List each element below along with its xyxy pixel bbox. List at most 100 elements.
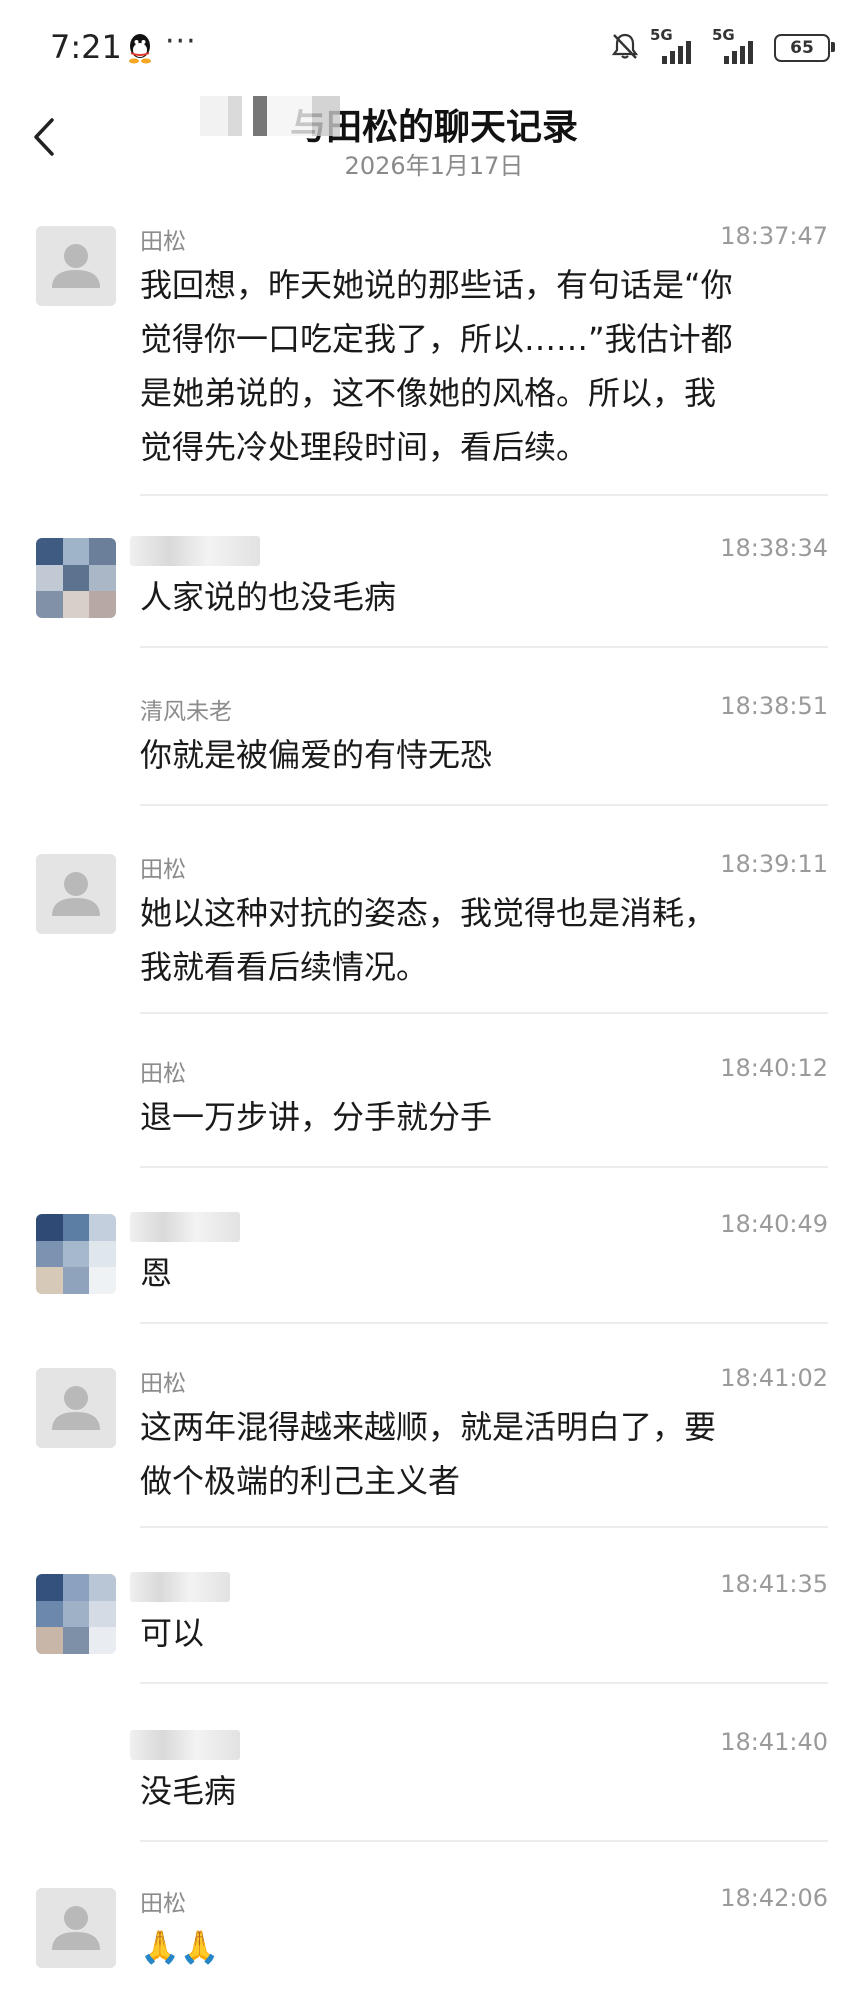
signal-icon: 5G [650,26,702,66]
mosaic-cell [62,1574,90,1601]
message-time: 18:39:11 [720,850,828,878]
mosaic-cell [89,1214,116,1241]
message-divider [140,804,828,806]
message-time: 18:41:35 [720,1570,828,1598]
message-item[interactable]: 田松 18:39:11 她以这种对抗的姿态，我觉得也是消耗， 我就看看后续情况。 [0,846,868,1026]
message-line: 是她弟说的，这不像她的风格。所以，我 [140,374,717,412]
mosaic-cell [36,538,63,565]
message-item[interactable]: 清风未老 18:38:51 你就是被偏爱的有恃无恐 [0,688,868,818]
status-bar: 7:21 ··· 5G 5G 65 [0,0,868,100]
message-line: 🙏🙏 [140,1928,220,1966]
chat-date: 2026年1月17日 [344,152,524,180]
mosaic-cell [89,538,116,565]
avatar[interactable] [36,1574,116,1654]
message-item[interactable]: 18:40:49 恩 [0,1206,868,1336]
message-divider [140,1166,828,1168]
message-text: 你就是被偏爱的有恃无恐 [140,728,830,782]
message-item[interactable]: 田松 18:41:02 这两年混得越来越顺，就是活明白了，要 做个极端的利己主义者 [0,1360,868,1540]
message-text: 我回想，昨天她说的那些话，有句话是“你 觉得你一口吃定我了，所以……”我估计都 是她… [140,258,830,474]
message-item[interactable]: 田松 18:37:47 我回想，昨天她说的那些话，有句话是“你 觉得你一口吃定我了，所… [0,218,868,508]
message-text: 没毛病 [140,1764,830,1818]
mosaic-cell [36,1627,63,1654]
message-divider [140,1840,828,1842]
message-text: 退一万步讲，分手就分手 [140,1090,830,1144]
message-time: 18:40:49 [720,1210,828,1238]
message-line: 退一万步讲，分手就分手 [140,1098,493,1136]
redacted-sender-name [130,1572,230,1602]
mosaic-cell [36,1240,63,1268]
redacted-sender-name [130,1730,240,1760]
message-line: 做个极端的利己主义者 [140,1462,461,1500]
battery-icon: 65 [774,34,835,62]
message-text: 她以这种对抗的姿态，我觉得也是消耗， 我就看看后续情况。 [140,886,830,994]
message-line: 觉得先冷处理段时间，看后续。 [140,428,589,466]
message-text: 🙏🙏 [140,1920,830,1974]
mosaic-cell [62,1214,90,1241]
mosaic-cell [36,1267,63,1294]
message-time: 18:41:02 [720,1364,828,1392]
message-line: 可以 [140,1614,205,1652]
sender-name: 田松 [140,1891,186,1917]
message-line: 恩 [140,1254,173,1292]
avatar[interactable] [36,1368,116,1448]
sender-name: 田松 [140,857,186,883]
sender-name: 清风未老 [140,699,232,725]
status-time: 7:21 [50,28,122,66]
mosaic-cell [62,538,90,565]
page-title: 与田松的聊天记录 [289,107,578,148]
message-divider [140,494,828,496]
avatar[interactable] [36,854,116,934]
battery-level: 65 [790,38,814,58]
default-avatar-icon [36,854,116,934]
sender-name: 田松 [140,1371,186,1397]
message-item[interactable]: 18:41:35 可以 [0,1566,868,1696]
message-time: 18:38:51 [720,692,828,720]
avatar[interactable] [36,1214,116,1294]
avatar[interactable] [36,1888,116,1968]
mosaic-cell [62,564,90,592]
redacted-sender-name [130,1212,240,1242]
mosaic-cell [36,591,63,618]
sender-name: 田松 [140,1061,186,1087]
message-text: 恩 [140,1246,830,1300]
message-line: 这两年混得越来越顺，就是活明白了，要 [140,1408,717,1446]
mosaic-cell [89,1627,116,1654]
message-line: 没毛病 [140,1772,237,1810]
message-item[interactable]: 田松 18:42:06 🙏🙏 [0,1880,868,2001]
mosaic-cell [89,591,116,618]
message-divider [140,646,828,648]
message-time: 18:42:06 [720,1884,828,1912]
message-item[interactable]: 18:41:40 没毛病 [0,1724,868,1854]
mosaic-cell [62,1600,90,1628]
message-divider [140,1012,828,1014]
avatar[interactable] [36,226,116,306]
mosaic-cell [89,1600,116,1628]
message-divider [140,1322,828,1324]
message-line: 她以这种对抗的姿态，我觉得也是消耗， [140,894,717,932]
message-item[interactable]: 18:38:34 人家说的也没毛病 [0,530,868,660]
mosaic-cell [62,1240,90,1268]
mosaic-cell [62,1627,90,1654]
message-line: 你就是被偏爱的有恃无恐 [140,736,493,774]
message-text: 可以 [140,1606,830,1660]
message-item[interactable]: 田松 18:40:12 退一万步讲，分手就分手 [0,1050,868,1180]
message-divider [140,1682,828,1684]
status-icons: 5G 5G 65 [610,26,835,66]
signal-icon: 5G [712,26,764,66]
mosaic-cell [89,1574,116,1601]
avatar[interactable] [36,538,116,618]
message-time: 18:38:34 [720,534,828,562]
message-time: 18:41:40 [720,1728,828,1756]
bell-muted-icon [610,31,640,65]
mosaic-cell [36,1214,63,1241]
mosaic-cell [62,591,90,618]
default-avatar-icon [36,226,116,306]
mosaic-cell [36,564,63,592]
message-time: 18:40:12 [720,1054,828,1082]
default-avatar-icon [36,1368,116,1448]
message-line: 人家说的也没毛病 [140,578,397,616]
message-line: 我回想，昨天她说的那些话，有句话是“你 [140,266,733,304]
mosaic-cell [36,1600,63,1628]
message-divider [140,1526,828,1528]
qq-icon [125,32,155,64]
